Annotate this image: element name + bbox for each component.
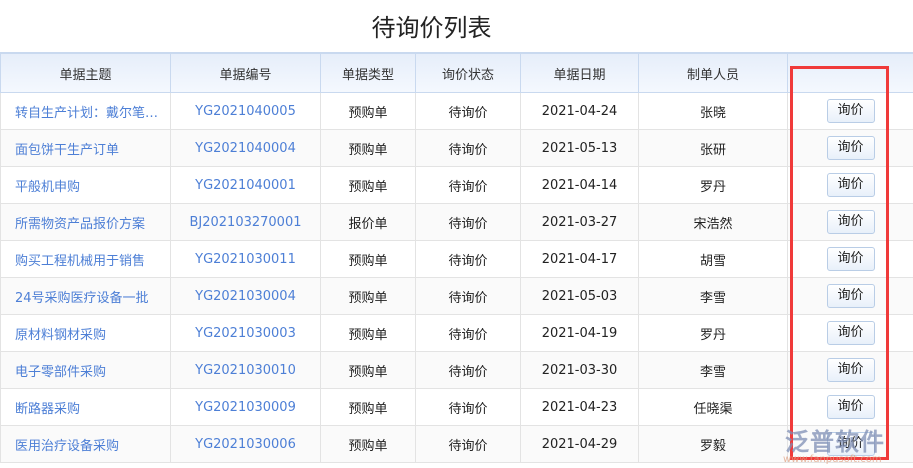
inquiry-status: 待询价 bbox=[415, 129, 521, 167]
inquiry-table: 单据主题 单据编号 单据类型 询价状态 单据日期 制单人员 转自生产计划：戴尔笔记本 YG2… bbox=[0, 52, 913, 463]
document-number-link[interactable]: YG2021030010 bbox=[170, 351, 321, 389]
inquiry-status: 待询价 bbox=[415, 92, 521, 130]
inquiry-status: 待询价 bbox=[415, 240, 521, 278]
inquiry-status: 待询价 bbox=[415, 351, 521, 389]
table-header: 单据主题 单据编号 单据类型 询价状态 单据日期 制单人员 bbox=[0, 52, 913, 93]
table-row: 原材料钢材采购 YG2021030003 预购单 待询价 2021-04-19 罗丹 询价 bbox=[0, 314, 913, 352]
inquire-button[interactable]: 询价 bbox=[826, 395, 875, 419]
subject-link[interactable]: 电子零部件采购 bbox=[0, 351, 171, 389]
document-date: 2021-04-23 bbox=[520, 388, 639, 426]
inquiry-status: 待询价 bbox=[415, 314, 521, 352]
inquire-button[interactable]: 询价 bbox=[826, 321, 875, 345]
inquire-button[interactable]: 询价 bbox=[826, 136, 875, 160]
table-row: 断路器采购 YG2021030009 预购单 待询价 2021-04-23 任晓渠 询价 bbox=[0, 388, 913, 426]
document-number-link[interactable]: YG2021030009 bbox=[170, 388, 321, 426]
subject-link[interactable]: 医用治疗设备采购 bbox=[0, 425, 171, 463]
document-date: 2021-04-17 bbox=[520, 240, 639, 278]
inquire-button[interactable]: 询价 bbox=[826, 358, 875, 382]
column-header: 单据类型 bbox=[320, 52, 416, 93]
document-number-link[interactable]: YG2021030003 bbox=[170, 314, 321, 352]
column-header: 单据编号 bbox=[170, 52, 321, 93]
subject-link[interactable]: 24号采购医疗设备一批 bbox=[0, 277, 171, 315]
document-number-link[interactable]: YG2021040001 bbox=[170, 166, 321, 204]
inquire-button[interactable]: 询价 bbox=[826, 210, 875, 234]
document-type: 预购单 bbox=[320, 314, 416, 352]
action-cell: 询价 bbox=[787, 92, 913, 130]
column-header: 询价状态 bbox=[415, 52, 521, 93]
action-cell: 询价 bbox=[787, 277, 913, 315]
inquiry-status: 待询价 bbox=[415, 166, 521, 204]
document-number-link[interactable]: YG2021040005 bbox=[170, 92, 321, 130]
action-cell: 询价 bbox=[787, 314, 913, 352]
document-type: 预购单 bbox=[320, 425, 416, 463]
creator-name: 罗丹 bbox=[638, 314, 788, 352]
inquiry-status: 待询价 bbox=[415, 425, 521, 463]
table-row: 医用治疗设备采购 YG2021030006 预购单 待询价 2021-04-29 罗毅 询价 bbox=[0, 425, 913, 463]
column-header: 单据主题 bbox=[0, 52, 171, 93]
table-row: 平般机申购 YG2021040001 预购单 待询价 2021-04-14 罗丹 询价 bbox=[0, 166, 913, 204]
table-row: 电子零部件采购 YG2021030010 预购单 待询价 2021-03-30 李雪 询价 bbox=[0, 351, 913, 389]
document-type: 预购单 bbox=[320, 277, 416, 315]
creator-name: 张研 bbox=[638, 129, 788, 167]
document-number-link[interactable]: YG2021030011 bbox=[170, 240, 321, 278]
document-date: 2021-05-03 bbox=[520, 277, 639, 315]
action-cell: 询价 bbox=[787, 351, 913, 389]
inquire-button[interactable]: 询价 bbox=[826, 284, 875, 308]
action-cell: 询价 bbox=[787, 129, 913, 167]
document-type: 预购单 bbox=[320, 92, 416, 130]
subject-link[interactable]: 购买工程机械用于销售 bbox=[0, 240, 171, 278]
document-type: 报价单 bbox=[320, 203, 416, 241]
document-date: 2021-04-19 bbox=[520, 314, 639, 352]
document-type: 预购单 bbox=[320, 388, 416, 426]
subject-link[interactable]: 转自生产计划：戴尔笔记本 bbox=[0, 92, 171, 130]
creator-name: 胡雪 bbox=[638, 240, 788, 278]
table-row: 转自生产计划：戴尔笔记本 YG2021040005 预购单 待询价 2021-04-24… bbox=[0, 92, 913, 130]
creator-name: 李雪 bbox=[638, 351, 788, 389]
document-number-link[interactable]: YG2021040004 bbox=[170, 129, 321, 167]
document-number-link[interactable]: YG2021030006 bbox=[170, 425, 321, 463]
column-header bbox=[787, 52, 913, 93]
document-type: 预购单 bbox=[320, 166, 416, 204]
subject-link[interactable]: 所需物资产品报价方案 bbox=[0, 203, 171, 241]
table-row: 所需物资产品报价方案 BJ202103270001 报价单 待询价 2021-03-27… bbox=[0, 203, 913, 241]
inquire-button[interactable]: 询价 bbox=[826, 99, 875, 123]
creator-name: 罗毅 bbox=[638, 425, 788, 463]
creator-name: 任晓渠 bbox=[638, 388, 788, 426]
table-row: 面包饼干生产订单 YG2021040004 预购单 待询价 2021-05-13 张研 询价 bbox=[0, 129, 913, 167]
document-date: 2021-04-14 bbox=[520, 166, 639, 204]
document-date: 2021-04-29 bbox=[520, 425, 639, 463]
watermark-logo: 泛普软件 www.fanpusoft.com bbox=[783, 428, 885, 465]
document-date: 2021-05-13 bbox=[520, 129, 639, 167]
column-header: 单据日期 bbox=[520, 52, 639, 93]
action-cell: 询价 bbox=[787, 203, 913, 241]
action-cell: 询价 bbox=[787, 166, 913, 204]
column-header: 制单人员 bbox=[638, 52, 788, 93]
action-cell: 询价 bbox=[787, 388, 913, 426]
document-type: 预购单 bbox=[320, 240, 416, 278]
table-row: 购买工程机械用于销售 YG2021030011 预购单 待询价 2021-04-17 胡雪… bbox=[0, 240, 913, 278]
inquiry-status: 待询价 bbox=[415, 388, 521, 426]
subject-link[interactable]: 原材料钢材采购 bbox=[0, 314, 171, 352]
document-type: 预购单 bbox=[320, 129, 416, 167]
document-date: 2021-04-24 bbox=[520, 92, 639, 130]
document-number-link[interactable]: BJ202103270001 bbox=[170, 203, 321, 241]
subject-link[interactable]: 面包饼干生产订单 bbox=[0, 129, 171, 167]
inquire-button[interactable]: 询价 bbox=[826, 247, 875, 271]
inquiry-status: 待询价 bbox=[415, 277, 521, 315]
document-date: 2021-03-27 bbox=[520, 203, 639, 241]
table-row: 24号采购医疗设备一批 YG2021030004 预购单 待询价 2021-05-03 李… bbox=[0, 277, 913, 315]
page-title: 待询价列表 bbox=[371, 14, 492, 42]
subject-link[interactable]: 断路器采购 bbox=[0, 388, 171, 426]
subject-link[interactable]: 平般机申购 bbox=[0, 166, 171, 204]
document-date: 2021-03-30 bbox=[520, 351, 639, 389]
inquire-button[interactable]: 询价 bbox=[826, 173, 875, 197]
inquiry-status: 待询价 bbox=[415, 203, 521, 241]
creator-name: 罗丹 bbox=[638, 166, 788, 204]
creator-name: 李雪 bbox=[638, 277, 788, 315]
document-number-link[interactable]: YG2021030004 bbox=[170, 277, 321, 315]
creator-name: 张晓 bbox=[638, 92, 788, 130]
action-cell: 询价 bbox=[787, 240, 913, 278]
creator-name: 宋浩然 bbox=[638, 203, 788, 241]
document-type: 预购单 bbox=[320, 351, 416, 389]
